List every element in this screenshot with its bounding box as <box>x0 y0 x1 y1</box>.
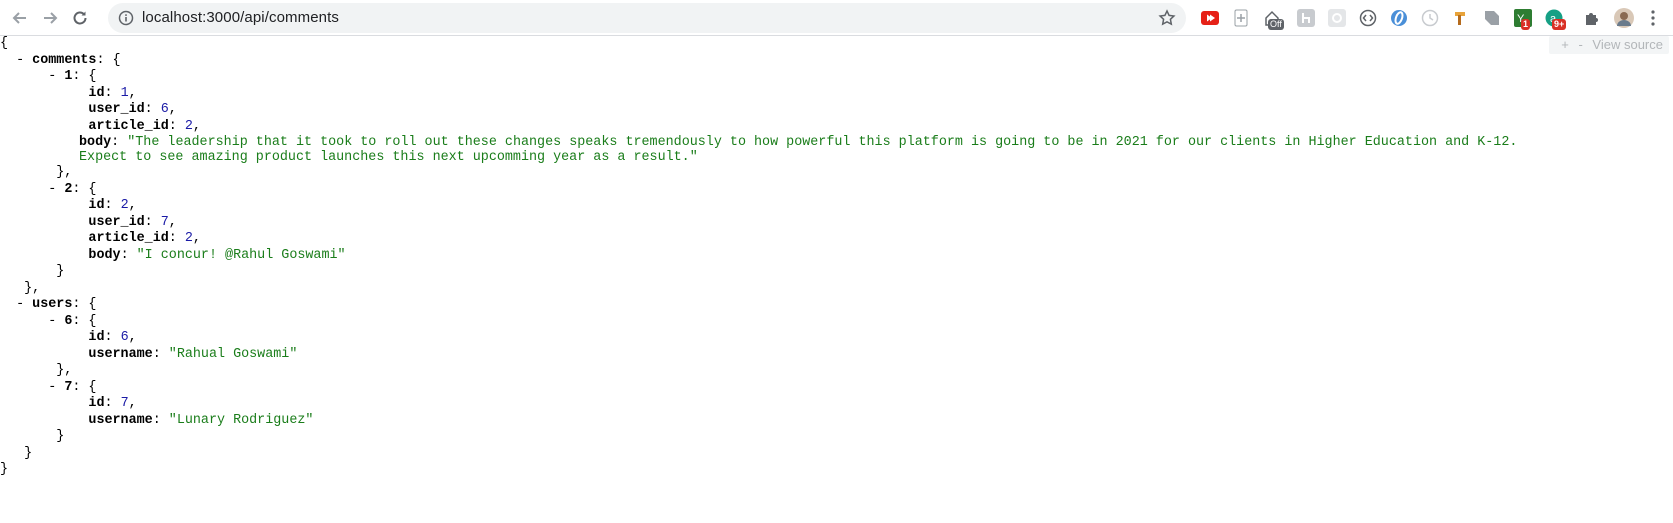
reload-icon <box>73 11 87 25</box>
json-number: 7 <box>120 396 129 411</box>
json-number: 1 <box>120 85 129 101</box>
json-close: } <box>0 429 65 444</box>
json-string: "Lunary Rodriguez" <box>168 412 314 428</box>
profile-avatar[interactable] <box>1614 8 1634 28</box>
json-field: article_id: 2, <box>88 231 201 246</box>
collapse-toggle[interactable]: - <box>48 314 56 329</box>
home-off-extension-icon[interactable]: Off <box>1262 8 1284 30</box>
address-bar[interactable]: localhost:3000/api/comments <box>108 3 1186 33</box>
json-string: "I concur! @Rahul Goswami" <box>136 247 346 263</box>
code-extension-icon[interactable] <box>1358 8 1378 28</box>
json-root-close: } <box>0 462 9 477</box>
arrow-left-icon <box>12 12 26 24</box>
json-user-6-row: - 6: { <box>48 313 97 329</box>
collapse-toggle[interactable]: - <box>48 380 56 395</box>
back-button[interactable] <box>8 6 32 30</box>
clock-extension-icon[interactable] <box>1420 8 1440 28</box>
json-field: body: "The leadership that it took to ro… <box>79 135 1518 165</box>
browser-toolbar: localhost:3000/api/comments Off Y 1 a <box>0 0 1673 36</box>
json-key: comments <box>32 52 97 68</box>
a-extension-icon[interactable]: a 9+ <box>1544 8 1567 30</box>
json-user-7-row: - 7: { <box>48 379 97 395</box>
json-close: }, <box>0 363 73 378</box>
json-field: username: "Rahual Goswami" <box>88 346 298 362</box>
json-comments-row: - comments: { <box>16 52 121 68</box>
json-viewer: { - comments: { - 1: { id: 1, user_id: 6… <box>0 36 1673 479</box>
json-field: user_id: 7, <box>88 214 177 230</box>
collapse-toggle[interactable]: - <box>16 53 24 68</box>
json-field: id: 7, <box>88 396 137 411</box>
json-number: 2 <box>120 198 129 213</box>
json-comment-2-row: - 2: { <box>48 181 97 197</box>
json-close: } <box>0 264 65 279</box>
json-root-open: { <box>0 36 9 51</box>
bookmark-star-icon[interactable] <box>1158 9 1176 27</box>
json-field: id: 1, <box>88 85 137 101</box>
tag-extension-icon[interactable] <box>1482 8 1502 28</box>
json-number: 2 <box>184 118 193 134</box>
collapse-toggle[interactable]: - <box>48 69 56 84</box>
grid-extension-icon[interactable] <box>1327 8 1347 28</box>
youtube-extension-icon[interactable] <box>1200 8 1220 28</box>
info-icon[interactable] <box>118 10 134 26</box>
json-users-row: - users: { <box>16 297 97 312</box>
collapse-toggle[interactable]: - <box>16 297 24 312</box>
o-extension-icon[interactable] <box>1389 8 1409 28</box>
notification-badge: 9+ <box>1552 19 1567 30</box>
json-number: 2 <box>184 231 193 246</box>
grammarly-extension-icon[interactable]: Y 1 <box>1513 8 1533 30</box>
json-key: users <box>32 297 73 312</box>
off-badge: Off <box>1268 19 1284 30</box>
forward-button[interactable] <box>38 6 62 30</box>
json-close: } <box>0 445 33 461</box>
json-string: "The leadership that it took to roll out… <box>79 135 1518 165</box>
json-field: body: "I concur! @Rahul Goswami" <box>88 247 346 263</box>
json-close: }, <box>0 165 73 180</box>
reload-button[interactable] <box>68 6 92 30</box>
collapse-toggle[interactable]: - <box>48 182 56 197</box>
json-field: id: 2, <box>88 198 137 213</box>
json-comment-1-row: - 1: { <box>48 69 97 84</box>
json-field: username: "Lunary Rodriguez" <box>88 412 314 428</box>
json-number: 6 <box>120 330 129 345</box>
doc-extension-icon[interactable] <box>1231 8 1251 28</box>
json-number: 6 <box>160 102 169 117</box>
kebab-menu-icon[interactable] <box>1643 8 1663 28</box>
json-number: 7 <box>160 214 169 230</box>
count-badge: 1 <box>1521 19 1531 30</box>
arrow-right-icon <box>44 12 58 24</box>
json-string: "Rahual Goswami" <box>168 346 298 362</box>
address-url[interactable]: localhost:3000/api/comments <box>142 3 339 33</box>
puzzle-extensions-icon[interactable] <box>1582 8 1602 28</box>
hammer-extension-icon[interactable] <box>1451 8 1471 28</box>
json-field: article_id: 2, <box>88 118 201 134</box>
h-extension-icon[interactable] <box>1296 8 1316 28</box>
json-field: id: 6, <box>88 330 137 345</box>
json-close: }, <box>0 280 41 296</box>
json-field: user_id: 6, <box>88 102 177 117</box>
